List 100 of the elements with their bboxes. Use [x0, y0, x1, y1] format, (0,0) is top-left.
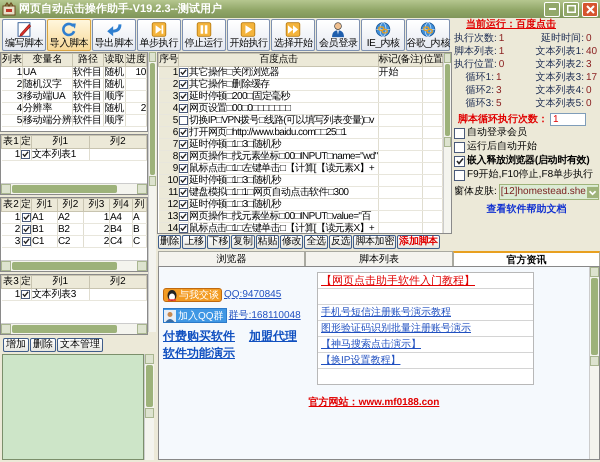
column-header[interactable]: 表1	[2, 136, 20, 148]
column-header[interactable]: 序号	[158, 54, 178, 66]
checkbox[interactable]	[179, 152, 188, 161]
tab[interactable]: 官方资讯	[452, 251, 600, 266]
toolbar-button[interactable]: 会员登录	[316, 19, 360, 51]
maximize-button[interactable]	[563, 2, 579, 16]
checkbox[interactable]	[179, 164, 188, 173]
checkbox[interactable]	[179, 92, 188, 101]
link[interactable]: 图形验证码识别批量注册账号演示	[321, 322, 471, 334]
scrollbar[interactable]	[443, 53, 451, 233]
column-header[interactable]: 读取	[104, 54, 126, 66]
toolbar-button[interactable]: 停止运行	[182, 19, 226, 51]
scrollbar[interactable]	[1, 183, 147, 194]
checkbox[interactable]	[179, 80, 188, 89]
column-header[interactable]: 列1	[31, 276, 90, 288]
toolbar-button[interactable]: 开始执行	[226, 19, 270, 51]
column-header[interactable]: 定	[20, 198, 32, 212]
link[interactable]: 手机号短信注册账号演示教程	[321, 306, 451, 318]
link[interactable]: 【神马搜索点击演示】	[321, 338, 421, 350]
column-header[interactable]: 位置	[422, 54, 443, 66]
column-header[interactable]: 定	[20, 276, 32, 288]
column-header[interactable]: 表2	[2, 198, 20, 212]
button[interactable]: 增加	[3, 338, 29, 352]
website-link[interactable]: 官方网站：www.mf0188.con	[308, 397, 440, 409]
link[interactable]: 【网页点击助手软件入门教程】	[321, 274, 475, 288]
checkbox[interactable]	[179, 116, 188, 125]
minimize-button[interactable]	[544, 2, 560, 16]
toolbar-button[interactable]: 导出脚本	[92, 19, 136, 51]
toolbar-button[interactable]: 编写脚本	[2, 19, 46, 51]
checkbox[interactable]	[22, 224, 30, 234]
column-header[interactable]: 列表	[2, 54, 22, 66]
checkbox[interactable]	[454, 142, 465, 152]
button[interactable]: 下移	[206, 235, 230, 249]
button[interactable]: 文本管理	[57, 338, 103, 352]
button[interactable]: 反选	[328, 235, 352, 249]
button[interactable]: 粘贴	[256, 235, 280, 249]
checkbox[interactable]	[454, 128, 465, 138]
checkbox[interactable]	[454, 156, 465, 166]
close-button[interactable]	[582, 2, 598, 16]
checkbox[interactable]	[21, 150, 30, 159]
column-header[interactable]: 列	[132, 198, 146, 212]
checkbox[interactable]	[21, 290, 30, 299]
column-header[interactable]: 定	[20, 136, 32, 148]
column-header[interactable]: 标记(备注)	[378, 54, 423, 66]
button[interactable]: 修改	[280, 235, 304, 249]
table-cell: 软件目	[72, 102, 104, 114]
skin-dropdown[interactable]: [12]homestead.she	[498, 184, 599, 200]
column-header[interactable]: 进度	[125, 54, 146, 66]
scrollbar[interactable]	[1, 260, 147, 271]
checkbox[interactable]	[22, 212, 30, 222]
scrollbar[interactable]	[589, 267, 599, 459]
tab[interactable]: 脚本列表	[305, 251, 453, 266]
checkbox[interactable]	[179, 224, 188, 233]
checkbox[interactable]	[179, 200, 188, 209]
toolbar-button[interactable]: 选择开始	[271, 19, 316, 51]
checkbox[interactable]	[454, 170, 465, 180]
toolbar-button[interactable]: 导入脚本	[46, 19, 91, 51]
link[interactable]: 【换IP设置教程】	[321, 354, 400, 366]
button[interactable]: 脚本加密	[353, 235, 396, 249]
button[interactable]: 上移	[182, 235, 206, 249]
column-header[interactable]: 列1	[32, 198, 58, 212]
button[interactable]: 添加脚本	[397, 235, 440, 249]
column-header[interactable]: 列2	[89, 136, 146, 148]
qq-link[interactable]: QQ:9470845	[224, 289, 282, 301]
scrollbar[interactable]	[148, 52, 156, 332]
checkbox[interactable]	[179, 128, 188, 137]
checkbox[interactable]	[179, 104, 188, 113]
checkbox[interactable]	[22, 236, 30, 246]
checkbox[interactable]	[179, 68, 188, 77]
column-header[interactable]: 列2	[89, 276, 146, 288]
toolbar-button[interactable]: 单步执行	[136, 19, 181, 51]
scrollbar[interactable]	[144, 354, 154, 460]
loop-count-field[interactable]: 1	[550, 113, 586, 126]
column-header[interactable]: 列1	[31, 136, 90, 148]
button[interactable]: 复制	[231, 235, 255, 249]
button[interactable]: 全选	[304, 235, 328, 249]
column-header[interactable]: 列3	[84, 198, 110, 212]
checkbox[interactable]	[179, 212, 188, 221]
link[interactable]: 软件功能演示	[163, 346, 235, 361]
help-link[interactable]: 查看软件帮助文档	[486, 204, 566, 216]
column-header[interactable]: 表3	[2, 276, 20, 288]
toolbar-button[interactable]: 谷歌_内核	[406, 19, 450, 51]
button[interactable]: 删除	[30, 338, 56, 352]
scrollbar[interactable]	[1, 323, 147, 334]
button[interactable]: 删除	[158, 235, 182, 249]
column-header[interactable]: 变量名	[22, 54, 72, 66]
column-header[interactable]: 路径	[72, 54, 104, 66]
checkbox[interactable]	[179, 188, 188, 197]
column-header[interactable]: 列4	[110, 198, 132, 212]
checkbox[interactable]	[179, 176, 188, 185]
text-field[interactable]	[2, 354, 144, 460]
tab[interactable]: 浏览器	[158, 251, 306, 266]
link[interactable]: 加盟代理	[249, 329, 297, 344]
link[interactable]: 付费购买软件	[163, 329, 235, 344]
current-run-link[interactable]: 当前运行：百度点击	[454, 19, 556, 31]
toolbar-button[interactable]: IE_内核	[361, 19, 406, 51]
column-header[interactable]: 列2	[58, 198, 84, 212]
column-header[interactable]: 百度点击	[178, 54, 378, 66]
checkbox[interactable]	[179, 140, 188, 149]
group-number-link[interactable]: 群号:168110048	[228, 310, 301, 322]
